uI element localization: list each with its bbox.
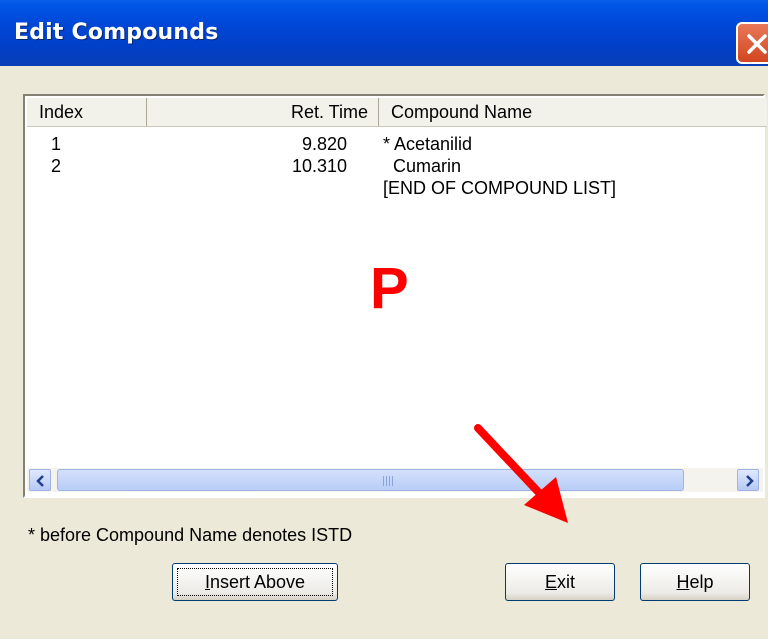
insert-above-button[interactable]: Insert Above — [172, 563, 338, 601]
help-access-key: H — [676, 572, 690, 592]
row-index: 2 — [51, 156, 62, 176]
scroll-right-button[interactable] — [737, 469, 759, 491]
horizontal-scrollbar[interactable] — [27, 468, 763, 492]
row-compound-name: * Acetanilid — [383, 134, 473, 154]
row-compound-name: [END OF COMPOUND LIST] — [383, 178, 617, 198]
istd-note: * before Compound Name denotes ISTD — [28, 525, 353, 545]
list-item[interactable]: [END OF COMPOUND LIST] — [27, 176, 727, 200]
row-ret-time: 9.820 — [301, 134, 347, 154]
help-button[interactable]: Help — [640, 563, 750, 601]
dialog-body: Index Ret. Time Compound Name 1 9.820 * … — [0, 66, 768, 639]
row-compound-name: Cumarin — [383, 156, 462, 176]
exit-label: xit — [557, 572, 575, 592]
list-item[interactable]: 2 10.310 Cumarin — [27, 154, 727, 178]
list-header: Index Ret. Time Compound Name — [27, 98, 767, 127]
help-label: elp — [689, 572, 714, 592]
annotation-marker-p: P — [370, 256, 409, 321]
focus-rectangle — [177, 568, 333, 596]
title-bar[interactable]: Edit Compounds — [0, 0, 768, 66]
exit-button[interactable]: Exit — [505, 563, 615, 601]
grip-icon — [383, 476, 395, 486]
column-header-ret-time[interactable]: Ret. Time — [147, 98, 379, 126]
column-header-index[interactable]: Index — [27, 98, 147, 126]
column-header-compound-name[interactable]: Compound Name — [379, 98, 767, 126]
exit-access-key: E — [544, 572, 557, 592]
scroll-left-button[interactable] — [29, 469, 51, 491]
scrollbar-thumb[interactable] — [57, 469, 684, 491]
list-item[interactable]: 1 9.820 * Acetanilid — [27, 132, 727, 156]
close-icon — [747, 34, 767, 54]
row-ret-time: 10.310 — [291, 156, 347, 176]
close-button[interactable] — [736, 22, 768, 64]
chevron-right-icon — [746, 475, 754, 487]
window-title: Edit Compounds — [14, 20, 219, 45]
chevron-left-icon — [36, 475, 44, 487]
row-index: 1 — [51, 134, 62, 154]
